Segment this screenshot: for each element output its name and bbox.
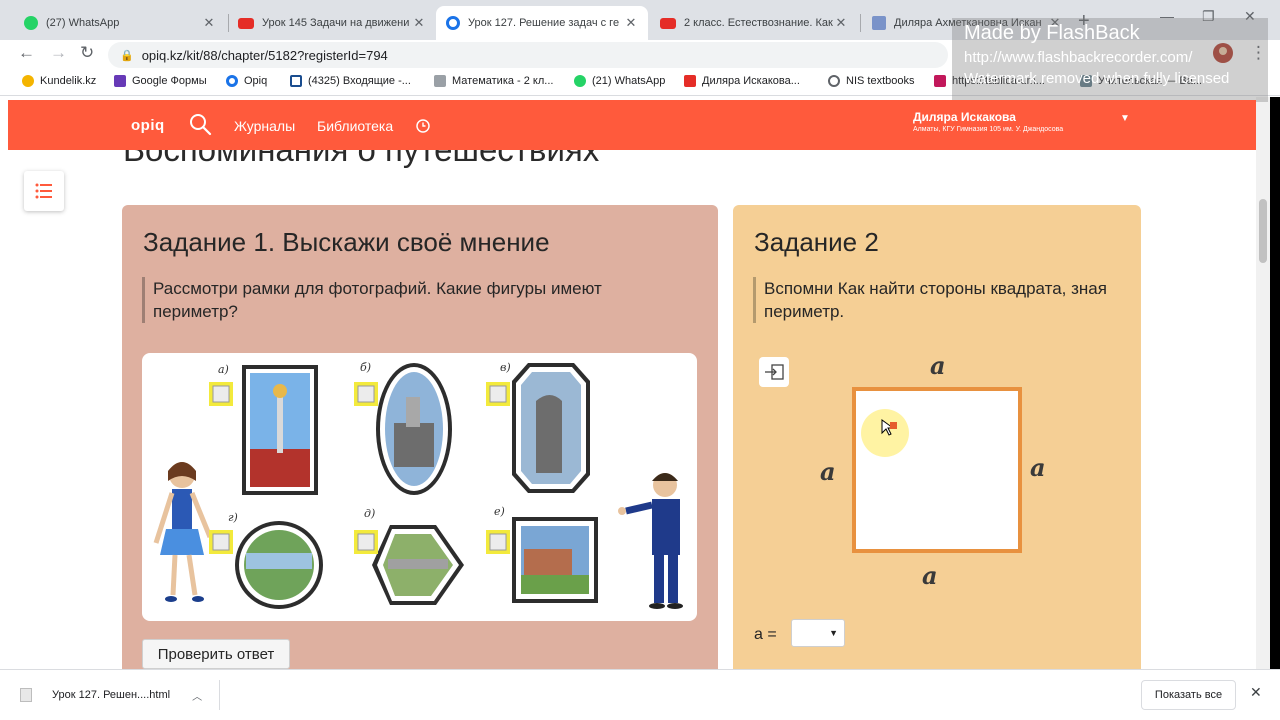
kundelik-icon (22, 75, 34, 87)
page-viewport: opiq Журналы Библиотека Диляра Искакова … (0, 97, 1280, 669)
expand-icon[interactable] (759, 357, 789, 387)
user-name[interactable]: Диляра Искакова (913, 110, 1016, 124)
whatsapp-icon (24, 16, 38, 30)
bookmark-item[interactable]: (21) WhatsApp (574, 75, 665, 87)
browser-window: (27) WhatsApp ✕ Урок 145 Задачи на движе… (0, 0, 1280, 720)
reload-icon[interactable]: ↻ (80, 43, 94, 63)
frame-label: а) (218, 363, 229, 376)
task-2-prompt: Вспомни Как найти стороны квадрата, зная… (753, 277, 1113, 323)
close-icon[interactable]: ✕ (1250, 684, 1262, 701)
opiq-logo[interactable]: opiq (131, 117, 165, 134)
frame-e-square (512, 517, 598, 603)
document-icon (872, 16, 886, 30)
table-icon (934, 75, 946, 87)
back-icon[interactable]: ← (18, 43, 35, 63)
answer-label: a = (754, 626, 777, 643)
task-1-title: Задание 1. Выскажи своё мнение (143, 227, 550, 257)
tab-lesson-145[interactable]: Урок 145 Задачи на движени ✕ (228, 6, 436, 40)
task-1-card: Задание 1. Выскажи своё мнение Рассмотри… (122, 205, 718, 669)
bookmark-item[interactable]: Opiq (226, 75, 267, 87)
frame-g-circle (235, 521, 323, 609)
download-filename: Урок 127. Решен....html (52, 689, 171, 701)
scrollbar-thumb[interactable] (1259, 199, 1267, 263)
list-icon (35, 183, 52, 199)
bookmark-item[interactable]: Диляра Искакова... (684, 75, 800, 87)
tab-close-icon[interactable]: ✕ (624, 15, 638, 31)
history-clock-icon[interactable] (416, 119, 430, 138)
search-icon[interactable] (188, 112, 212, 141)
answer-dropdown[interactable]: ▼ (791, 619, 845, 647)
frame-d-hexagon (372, 525, 464, 605)
chevron-down-icon[interactable]: ▼ (1120, 113, 1130, 124)
photo-frames-illustration: а) б) в) г) д) е) (142, 353, 697, 621)
check-answer-button[interactable]: Проверить ответ (142, 639, 290, 669)
tab-whatsapp[interactable]: (27) WhatsApp ✕ (14, 6, 226, 40)
frame-label: д) (364, 507, 375, 520)
chevron-up-icon[interactable]: ︿ (192, 688, 202, 703)
nav-library[interactable]: Библиотека (317, 118, 393, 134)
bookmark-item[interactable]: Математика - 2 кл... (434, 75, 553, 87)
bookmark-item[interactable]: (4325) Входящие -... (290, 75, 411, 87)
watermark-note: Watermark removed when fully licensed (964, 70, 1230, 87)
watermark-title: Made by FlashBack (964, 22, 1140, 44)
frame-label: е) (494, 505, 505, 518)
mail-icon (290, 75, 302, 87)
globe-icon (828, 75, 840, 87)
side-label-left: a (820, 457, 836, 486)
forward-icon[interactable]: → (50, 43, 67, 63)
tab-lesson-127[interactable]: Урок 127. Решение задач с ге ✕ (436, 6, 648, 40)
girl-figure (153, 462, 213, 602)
tab-close-icon[interactable]: ✕ (834, 15, 848, 31)
address-bar[interactable]: 🔒 opiq.kz/kit/88/chapter/5182?registerId… (108, 42, 948, 68)
forms-icon (114, 75, 126, 87)
frame-b-oval (376, 363, 452, 495)
mouse-cursor-icon (881, 419, 899, 442)
task-1-prompt: Рассмотри рамки для фотографий. Какие фи… (142, 277, 662, 323)
page-scrollbar[interactable] (1256, 97, 1270, 669)
youtube-icon (684, 75, 696, 87)
task-2-card: Задание 2 Вспомни Как найти стороны квад… (733, 205, 1141, 669)
lock-icon: 🔒 (120, 49, 134, 62)
tab-close-icon[interactable]: ✕ (202, 15, 216, 31)
task-2-title: Задание 2 (754, 227, 879, 257)
file-icon (20, 688, 32, 702)
youtube-icon (660, 17, 676, 29)
opiq-icon (446, 16, 460, 30)
side-label-right: a (1030, 453, 1046, 482)
boy-figure (618, 473, 683, 609)
frame-label: б) (360, 361, 371, 374)
opiq-icon (226, 75, 238, 87)
bookmark-item[interactable]: Google Формы (114, 75, 207, 87)
user-school: Алматы, КГУ Гимназия 105 им. У. Джандосо… (913, 126, 1064, 133)
pencil-icon (434, 75, 446, 87)
bookmark-item[interactable]: Kundelik.kz (22, 75, 96, 87)
frame-v-octagon (512, 363, 590, 493)
watermark-url: http://www.flashbackrecorder.com/ (964, 49, 1193, 66)
whatsapp-icon (574, 75, 586, 87)
site-header: opiq Журналы Библиотека Диляра Искакова … (8, 100, 1256, 150)
side-label-top: a (930, 351, 946, 380)
bookmark-item[interactable]: NIS textbooks (828, 75, 914, 87)
address-url: opiq.kz/kit/88/chapter/5182?registerId=7… (141, 47, 388, 63)
frame-label: в) (500, 361, 511, 374)
table-of-contents-button[interactable] (24, 171, 64, 211)
frame-a-rectangle (242, 365, 318, 495)
tab-close-icon[interactable]: ✕ (412, 15, 426, 31)
tab-science[interactable]: 2 класс. Естествознание. Как ✕ (650, 6, 858, 40)
download-bar: Урок 127. Решен....html ︿ Показать все ✕ (0, 669, 1280, 720)
frame-label: г) (228, 511, 238, 524)
youtube-icon (238, 17, 254, 29)
watermark-overlay: Made by FlashBack http://www.flashbackre… (952, 18, 1268, 102)
nav-journals[interactable]: Журналы (234, 118, 295, 134)
download-item[interactable]: Урок 127. Решен....html ︿ (20, 680, 220, 710)
show-all-button[interactable]: Показать все (1141, 680, 1236, 710)
side-label-bottom: a (922, 561, 938, 590)
